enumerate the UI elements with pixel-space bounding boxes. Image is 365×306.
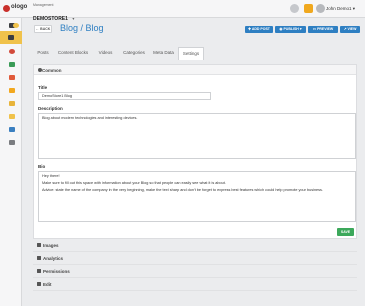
sidebar-item-content[interactable] [0, 31, 22, 44]
sidebar-item-apps[interactable] [6, 73, 16, 81]
common-panel: Common Title DemoStore1 Blog Description… [33, 64, 357, 239]
chevron-down-icon: ▾ [72, 16, 75, 21]
book-icon [9, 140, 15, 145]
sidebar-item-users[interactable] [6, 99, 16, 107]
star-icon [13, 23, 19, 28]
description-text: Blog about modern technologies and inter… [42, 116, 138, 120]
people-icon [9, 101, 15, 106]
description-textarea[interactable]: Blog about modern technologies and inter… [38, 113, 356, 159]
view-button[interactable]: ↗ VIEW [340, 26, 360, 33]
help-icon[interactable] [290, 4, 299, 13]
tab-videos[interactable]: Videos [93, 47, 118, 59]
publish-button[interactable]: ◉ PUBLISH ▾ [275, 26, 306, 33]
top-bar: ologo Management DEMOSTORE1 ▾ John Demo1… [0, 0, 365, 22]
monitor-icon: ▭ [312, 27, 317, 31]
page-title: Blog / Blog [60, 23, 104, 33]
palette-icon [9, 49, 15, 54]
bio-line: Advice: state the name of the company in… [42, 188, 324, 192]
title-label: Title [38, 85, 48, 90]
back-label: BACK [40, 27, 51, 31]
add-post-label: ADD POST [251, 27, 270, 31]
bio-line: Make sure to fill out this space with in… [42, 181, 226, 185]
analytics-icon [37, 256, 41, 260]
user-menu[interactable]: John Demo1 ▾ [326, 6, 355, 12]
sidebar-item-docs[interactable] [6, 138, 16, 146]
section-permissions[interactable]: Permissions [33, 265, 357, 278]
monitor-icon [9, 127, 15, 132]
sidebar-item-marketing[interactable] [6, 112, 16, 120]
chevron-down-icon: ▾ [299, 27, 302, 31]
description-label: Description [38, 106, 63, 111]
sidebar [0, 18, 22, 306]
wrench-icon [37, 282, 41, 286]
common-panel-header[interactable]: Common [34, 65, 356, 75]
app-logo[interactable]: ologo [3, 4, 28, 13]
section-edit[interactable]: Edit [33, 278, 357, 291]
tab-posts[interactable]: Posts [32, 47, 54, 59]
bell-icon[interactable] [304, 4, 313, 13]
section-label: Permissions [43, 269, 70, 274]
pencil-icon [8, 35, 14, 40]
store-switcher[interactable]: Management DEMOSTORE1 ▾ [33, 3, 74, 25]
page-header: ← BACK Blog / Blog ✚ ADD POST ◉ PUBLISH … [31, 23, 361, 37]
store-name: DEMOSTORE1 [33, 16, 68, 22]
section-label: Images [43, 243, 59, 248]
save-button[interactable]: SAVE [337, 228, 354, 236]
arrow-left-icon: ← [35, 27, 40, 31]
publish-label: PUBLISH [283, 27, 299, 31]
common-panel-title: Common [42, 68, 62, 73]
sidebar-item-site[interactable] [6, 125, 16, 133]
section-label: Analytics [43, 256, 64, 261]
logo-mark-icon [3, 5, 10, 12]
bio-textarea[interactable]: Hey there! Make sure to fill out this sp… [38, 171, 356, 222]
cart-icon [9, 88, 15, 93]
plus-icon: ✚ [248, 27, 251, 31]
add-post-button[interactable]: ✚ ADD POST [245, 26, 273, 33]
chevron-down-icon: ▾ [352, 6, 356, 11]
avatar[interactable] [316, 4, 325, 13]
title-input[interactable]: DemoStore1 Blog [38, 92, 211, 100]
bio-line: Hey there! [42, 174, 60, 178]
user-name: John Demo1 [326, 6, 352, 11]
logo-text: ologo [11, 4, 28, 10]
back-button[interactable]: ← BACK [34, 25, 52, 33]
globe-icon: ◉ [279, 27, 283, 31]
section-analytics[interactable]: Analytics [33, 252, 357, 265]
tab-categories[interactable]: Categories [118, 47, 150, 59]
tab-content-blocks[interactable]: Content Blocks [54, 47, 92, 59]
apps-icon [9, 75, 15, 80]
settings-content: Common Title DemoStore1 Blog Description… [33, 59, 357, 306]
sidebar-item-reports[interactable] [6, 60, 16, 68]
lock-icon [37, 269, 41, 273]
preview-button[interactable]: ▭ PREVIEW [308, 26, 338, 33]
section-images[interactable]: Images [33, 239, 357, 252]
view-label: VIEW [347, 27, 357, 31]
sidebar-item-favorites[interactable] [13, 21, 21, 29]
section-label: Edit [43, 282, 52, 287]
tag-icon [9, 114, 15, 119]
preview-label: PREVIEW [317, 27, 334, 31]
bio-label: Bio [38, 164, 46, 169]
image-icon [37, 243, 41, 247]
sidebar-item-design[interactable] [6, 47, 16, 55]
chart-icon [9, 62, 15, 67]
tab-meta-data[interactable]: Meta Data [149, 47, 178, 59]
store-label: Management [33, 3, 54, 7]
sidebar-item-shop[interactable] [6, 86, 16, 94]
